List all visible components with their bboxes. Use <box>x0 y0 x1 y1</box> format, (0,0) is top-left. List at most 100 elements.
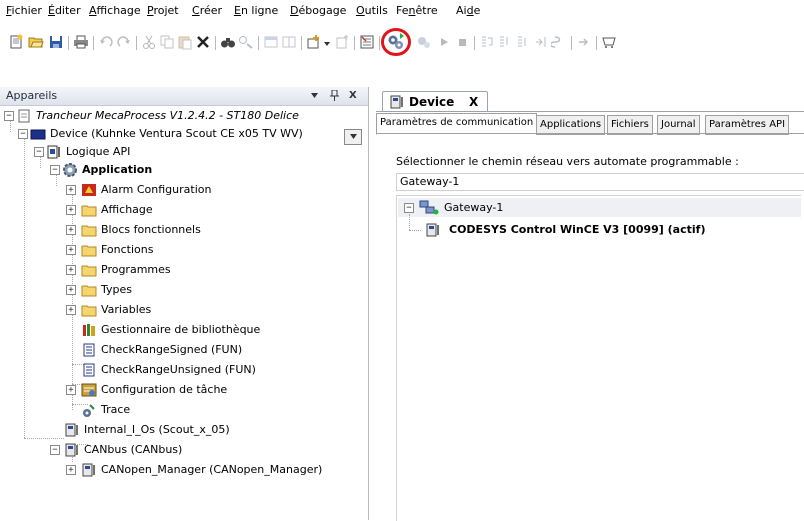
pane-menu-chevron-icon[interactable] <box>311 93 318 98</box>
open-project-icon[interactable] <box>28 34 44 50</box>
subtab-plc-settings[interactable]: Paramètres API <box>705 115 790 135</box>
menu-editer[interactable]: Éditer <box>48 4 81 18</box>
expand-toggle[interactable]: + <box>66 265 76 275</box>
tree-line <box>24 136 25 438</box>
properties-icon[interactable] <box>263 34 279 50</box>
add-object-icon[interactable] <box>306 34 322 50</box>
device-icon <box>30 129 46 140</box>
logout-icon[interactable] <box>416 34 432 50</box>
menu-label: n ligne <box>240 4 279 17</box>
menu-label: Fe <box>396 4 409 17</box>
tree-node-label: Device (Kuhnke Ventura Scout CE x05 TV W… <box>50 127 303 140</box>
breakpoint-icon[interactable] <box>576 34 592 50</box>
expand-toggle[interactable]: + <box>66 385 76 395</box>
subtab-files[interactable]: Fichiers <box>607 115 653 135</box>
collapse-toggle[interactable]: − <box>404 203 414 213</box>
menu-affichage[interactable]: Affichage <box>89 4 141 18</box>
menu-outils[interactable]: Outils <box>356 4 388 18</box>
tab-device[interactable]: Device X <box>382 91 488 112</box>
pane-close-button[interactable]: X <box>349 89 357 102</box>
find-icon[interactable] <box>220 34 236 50</box>
menu-label: e <box>473 4 481 17</box>
tree-node-label: Types <box>101 283 132 296</box>
tree-node-label: CheckRangeUnsigned (FUN) <box>101 363 256 376</box>
collapse-toggle[interactable]: − <box>50 445 60 455</box>
print-icon[interactable] <box>73 34 89 50</box>
delete-icon[interactable] <box>195 34 211 50</box>
toolbar-separator <box>258 36 259 50</box>
new-project-icon[interactable] <box>8 34 24 50</box>
chevron-down-icon[interactable] <box>324 41 330 47</box>
expand-toggle[interactable]: + <box>66 465 76 475</box>
collapse-toggle[interactable]: − <box>34 147 44 157</box>
tree-node-label: Fonctions <box>101 243 154 256</box>
undo-icon[interactable] <box>98 34 114 50</box>
cut-icon[interactable] <box>141 34 157 50</box>
paste-icon[interactable] <box>177 34 193 50</box>
window-icon[interactable] <box>281 34 297 50</box>
project-icon <box>18 109 30 123</box>
tab-close-button[interactable]: X <box>469 95 478 109</box>
subtab-communication-settings[interactable]: Paramètres de communication <box>376 113 538 135</box>
cycle-icon[interactable] <box>551 34 567 50</box>
menu-en-ligne[interactable]: En ligne <box>234 4 278 18</box>
menu-aide[interactable]: Aide <box>456 4 480 18</box>
tree-filter-dropdown[interactable] <box>344 129 362 145</box>
menu-mnemonic: É <box>48 4 55 17</box>
menu-fichier[interactable]: Fichier <box>6 4 42 18</box>
menu-creer[interactable]: Créer <box>192 4 222 18</box>
toolbar <box>0 26 804 58</box>
toolbar-separator <box>93 36 94 50</box>
menu-debogage[interactable]: Débogage <box>290 4 346 18</box>
tree-node-label: CANbus (CANbus) <box>84 443 183 456</box>
expand-toggle[interactable]: + <box>66 305 76 315</box>
subtab-log[interactable]: Journal <box>657 115 700 135</box>
step-out-icon[interactable] <box>515 34 531 50</box>
folder-icon <box>81 205 97 217</box>
gateway-row[interactable]: − Gateway-1 <box>398 198 801 217</box>
pane-title-bar: Appareils X <box>0 87 368 106</box>
redo-icon[interactable] <box>116 34 132 50</box>
collapse-toggle[interactable]: − <box>50 165 60 175</box>
subtab-applications[interactable]: Applications <box>536 115 606 135</box>
copy-icon[interactable] <box>159 34 175 50</box>
step-over-icon[interactable] <box>479 34 495 50</box>
menu-label: diter <box>54 4 81 17</box>
menu-label: ffichage <box>96 4 141 17</box>
folder-icon <box>81 225 97 237</box>
expand-toggle[interactable]: + <box>66 245 76 255</box>
menu-fenetre[interactable]: Fenêtre <box>396 4 438 18</box>
login-icon[interactable] <box>380 27 412 57</box>
build-icon[interactable] <box>359 34 375 50</box>
expand-toggle[interactable]: + <box>66 205 76 215</box>
toolbox-icon[interactable] <box>601 34 617 50</box>
tab-label: Device <box>409 95 455 109</box>
expand-toggle[interactable]: + <box>66 225 76 235</box>
network-path-field[interactable]: Gateway-1 <box>396 173 804 191</box>
gateway-label: Gateway-1 <box>444 201 504 214</box>
device-row[interactable]: CODESYS Control WinCE V3 [0099] (actif) <box>425 220 795 240</box>
start-icon[interactable] <box>436 34 452 50</box>
task-config-icon <box>81 383 97 397</box>
collapse-toggle[interactable]: − <box>4 111 14 121</box>
stop-icon[interactable] <box>454 34 470 50</box>
collapse-toggle[interactable]: − <box>18 129 28 139</box>
tree-line <box>72 190 73 410</box>
menu-mnemonic: O <box>356 4 365 17</box>
toolbar-separator <box>571 36 572 50</box>
run-to-cursor-icon[interactable] <box>533 34 549 50</box>
menu-projet[interactable]: Projet <box>147 4 179 18</box>
insert-icon[interactable] <box>334 34 350 50</box>
expand-toggle[interactable]: + <box>66 285 76 295</box>
tree-node-label: CANopen_Manager (CANopen_Manager) <box>101 463 323 476</box>
toolbar-separator <box>68 36 69 50</box>
pane-title: Appareils <box>6 89 58 102</box>
save-project-icon[interactable] <box>48 34 64 50</box>
replace-icon[interactable] <box>238 34 254 50</box>
folder-icon <box>81 245 97 257</box>
step-into-icon[interactable] <box>497 34 513 50</box>
tree-line <box>409 230 421 231</box>
tree-node-label: Programmes <box>101 263 171 276</box>
pin-icon[interactable] <box>330 90 339 101</box>
expand-toggle[interactable]: + <box>66 185 76 195</box>
